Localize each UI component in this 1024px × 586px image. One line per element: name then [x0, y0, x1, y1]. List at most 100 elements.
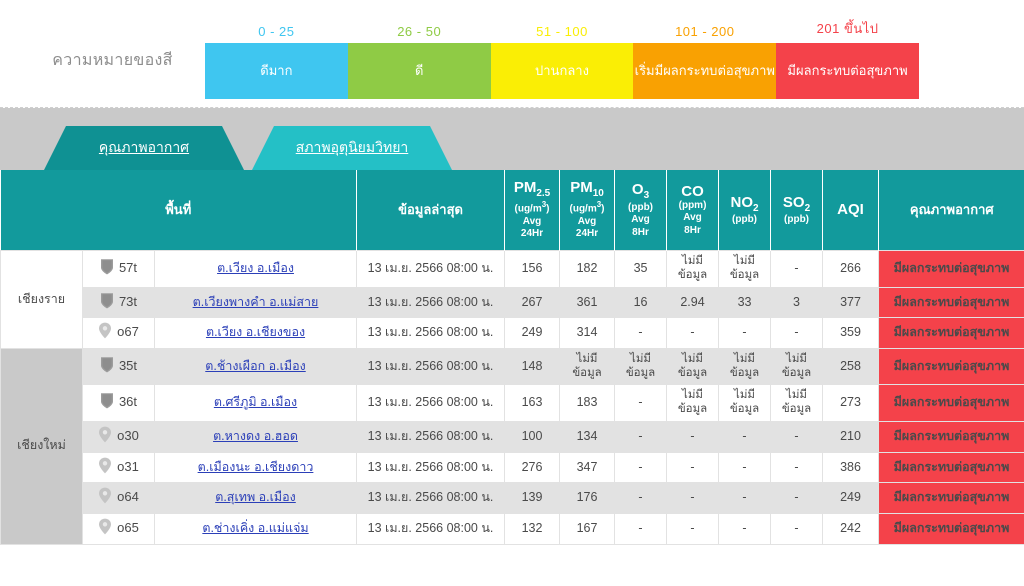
pm25-cell: 276 [505, 452, 560, 483]
o3-cell: - [615, 483, 667, 514]
th-o3-hr: 8Hr [617, 227, 664, 240]
area-cell: ต.สุเทพ อ.เมือง [155, 483, 357, 514]
shield-pin-icon [100, 258, 114, 280]
th-aqi-label: AQI [825, 201, 876, 218]
th-pm25-hr: 24Hr [507, 228, 557, 241]
round-pin-icon [98, 426, 112, 448]
pm10-cell: 347 [560, 452, 615, 483]
th-aqi[interactable]: AQI [823, 170, 879, 251]
pm25-cell: 163 [505, 385, 560, 422]
table-row[interactable]: o64ต.สุเทพ อ.เมือง13 เม.ย. 2566 08:00 น.… [1, 483, 1024, 514]
area-link[interactable]: ต.เวียงพางคำ อ.แม่สาย [193, 295, 319, 309]
so2-cell: - [771, 251, 823, 288]
station-code: o30 [117, 428, 139, 443]
area-link[interactable]: ต.หางดง อ.ฮอด [213, 429, 298, 443]
so2-cell: - [771, 422, 823, 453]
pm10-cell: 182 [560, 251, 615, 288]
tab-label: คุณภาพอากาศ [99, 137, 189, 159]
tab-2[interactable]: สภาพอุตุนิยมวิทยา [252, 126, 452, 170]
area-cell: ต.ช่างเคิ่ง อ.แม่แจ่ม [155, 513, 357, 544]
area-link[interactable]: ต.ช้างเผือก อ.เมือง [205, 359, 305, 373]
timestamp-cell: 13 เม.ย. 2566 08:00 น. [357, 348, 505, 385]
area-link[interactable]: ต.เมืองนะ อ.เชียงดาว [198, 460, 314, 474]
legend-band: 51 - 100ปานกลาง [491, 24, 634, 99]
air-quality-table: พื้นที่ ข้อมูลล่าสุด PM2.5 (ug/m3) Avg 2… [0, 170, 1024, 545]
th-pm10-unit: (ug/m3) [562, 200, 612, 216]
table-row[interactable]: 73tต.เวียงพางคำ อ.แม่สาย13 เม.ย. 2566 08… [1, 287, 1024, 318]
table-row[interactable]: o67ต.เวียง อ.เชียงของ13 เม.ย. 2566 08:00… [1, 318, 1024, 349]
th-quality[interactable]: คุณภาพอากาศ [879, 170, 1024, 251]
no2-cell: - [719, 452, 771, 483]
legend-title: ความหมายของสี [20, 48, 205, 99]
legend-band-swatch: ปานกลาง [491, 43, 634, 99]
pm10-cell: ไม่มีข้อมูล [560, 348, 615, 385]
no2-cell: - [719, 513, 771, 544]
quality-status-cell: มีผลกระทบต่อสุขภาพ [879, 348, 1024, 385]
so2-cell: 3 [771, 287, 823, 318]
province-cell: เชียงราย [1, 251, 83, 349]
co-cell: ไม่มีข้อมูล [667, 385, 719, 422]
legend-band-range: 0 - 25 [205, 24, 348, 43]
table-row[interactable]: เชียงราย57tต.เวียง อ.เมือง13 เม.ย. 2566 … [1, 251, 1024, 288]
area-link[interactable]: ต.ศรีภูมิ อ.เมือง [214, 395, 297, 409]
table-row[interactable]: o30ต.หางดง อ.ฮอด13 เม.ย. 2566 08:00 น.10… [1, 422, 1024, 453]
th-so2[interactable]: SO2 (ppb) [771, 170, 823, 251]
legend-band: 101 - 200เริ่มมีผลกระทบต่อสุขภาพ [633, 24, 776, 99]
timestamp-cell: 13 เม.ย. 2566 08:00 น. [357, 452, 505, 483]
table-row[interactable]: o65ต.ช่างเคิ่ง อ.แม่แจ่ม13 เม.ย. 2566 08… [1, 513, 1024, 544]
co-cell: - [667, 452, 719, 483]
station-id-cell: o64 [83, 483, 155, 514]
area-link[interactable]: ต.ช่างเคิ่ง อ.แม่แจ่ม [202, 521, 308, 535]
round-pin-icon [98, 518, 112, 540]
timestamp-cell: 13 เม.ย. 2566 08:00 น. [357, 318, 505, 349]
quality-status-cell: มีผลกระทบต่อสุขภาพ [879, 287, 1024, 318]
area-cell: ต.หางดง อ.ฮอด [155, 422, 357, 453]
table-row[interactable]: 36tต.ศรีภูมิ อ.เมือง13 เม.ย. 2566 08:00 … [1, 385, 1024, 422]
station-code: 35t [119, 358, 137, 373]
area-link[interactable]: ต.เวียง อ.เชียงของ [206, 325, 305, 339]
aqi-cell: 249 [823, 483, 879, 514]
table-row[interactable]: o31ต.เมืองนะ อ.เชียงดาว13 เม.ย. 2566 08:… [1, 452, 1024, 483]
station-id-cell: o65 [83, 513, 155, 544]
th-timestamp-label: ข้อมูลล่าสุด [398, 202, 463, 217]
th-o3[interactable]: O3 (ppb) Avg 8Hr [615, 170, 667, 251]
th-timestamp[interactable]: ข้อมูลล่าสุด [357, 170, 505, 251]
legend-band-swatch: มีผลกระทบต่อสุขภาพ [776, 43, 919, 99]
area-cell: ต.เวียง อ.เมือง [155, 251, 357, 288]
th-pm25[interactable]: PM2.5 (ug/m3) Avg 24Hr [505, 170, 560, 251]
pm25-cell: 132 [505, 513, 560, 544]
station-code: o65 [117, 520, 139, 535]
th-quality-label: คุณภาพอากาศ [910, 202, 994, 217]
no2-cell: - [719, 422, 771, 453]
area-link[interactable]: ต.เวียง อ.เมือง [217, 261, 294, 275]
quality-status-cell: มีผลกระทบต่อสุขภาพ [879, 318, 1024, 349]
air-quality-table-wrap: พื้นที่ ข้อมูลล่าสุด PM2.5 (ug/m3) Avg 2… [0, 170, 1024, 545]
station-code: 57t [119, 260, 137, 275]
round-pin-icon [98, 322, 112, 344]
tab-label: สภาพอุตุนิยมวิทยา [296, 137, 409, 159]
aqi-cell: 359 [823, 318, 879, 349]
o3-cell: - [615, 452, 667, 483]
no2-cell: ไม่มีข้อมูล [719, 348, 771, 385]
shield-pin-icon [100, 356, 114, 378]
so2-cell: ไม่มีข้อมูล [771, 348, 823, 385]
th-co-unit: (ppm) [669, 200, 716, 213]
table-row[interactable]: เชียงใหม่35tต.ช้างเผือก อ.เมือง13 เม.ย. … [1, 348, 1024, 385]
aqi-cell: 386 [823, 452, 879, 483]
shield-pin-icon [100, 392, 114, 414]
th-co[interactable]: CO (ppm) Avg 8Hr [667, 170, 719, 251]
so2-cell: - [771, 452, 823, 483]
th-pm10-avg: Avg [562, 216, 612, 229]
quality-status-cell: มีผลกระทบต่อสุขภาพ [879, 422, 1024, 453]
th-pm10[interactable]: PM10 (ug/m3) Avg 24Hr [560, 170, 615, 251]
co-cell: ไม่มีข้อมูล [667, 348, 719, 385]
so2-cell: - [771, 513, 823, 544]
quality-status-cell: มีผลกระทบต่อสุขภาพ [879, 452, 1024, 483]
aqi-cell: 258 [823, 348, 879, 385]
legend-bands: 0 - 25ดีมาก26 - 50ดี51 - 100ปานกลาง101 -… [205, 0, 1004, 99]
area-link[interactable]: ต.สุเทพ อ.เมือง [215, 490, 296, 504]
th-area[interactable]: พื้นที่ [1, 170, 357, 251]
tab-1[interactable]: คุณภาพอากาศ [44, 126, 244, 170]
o3-cell: - [615, 422, 667, 453]
th-no2[interactable]: NO2 (ppb) [719, 170, 771, 251]
